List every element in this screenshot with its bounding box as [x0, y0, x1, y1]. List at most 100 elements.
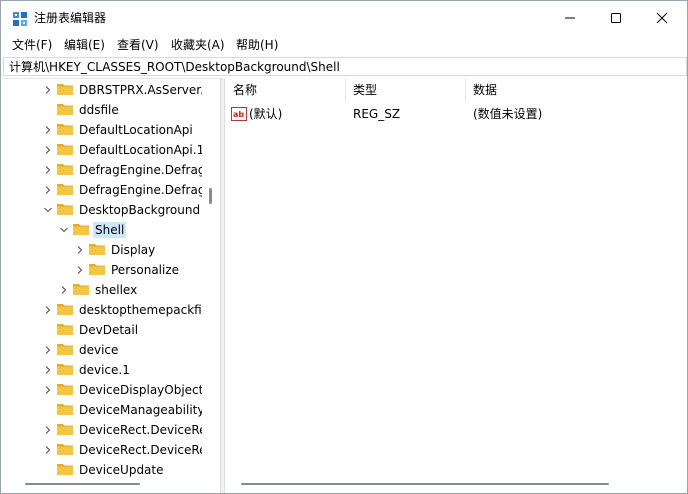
chevron-right-icon[interactable] — [43, 185, 53, 195]
menu-view[interactable]: 查看(V) — [116, 37, 160, 53]
window-title: 注册表编辑器 — [34, 11, 107, 25]
folder-icon — [57, 104, 73, 115]
folder-icon — [57, 364, 73, 375]
folder-icon — [57, 204, 73, 215]
tree-item[interactable]: shellex — [3, 280, 202, 300]
tree-vertical-scrollbar[interactable] — [204, 78, 218, 475]
tree-item-label[interactable]: shellex — [93, 282, 139, 298]
chevron-right-icon[interactable] — [43, 85, 53, 95]
tree-viewport: DBRSTPRX.AsServer.1 ddsfile DefaultLocatio… — [3, 79, 202, 493]
maximize-button[interactable] — [593, 1, 639, 35]
tree-item[interactable]: device — [3, 340, 202, 360]
menu-favorites[interactable]: 收藏夹(A) — [170, 37, 226, 53]
folder-icon — [57, 184, 73, 195]
tree-item[interactable]: DeviceRect.DeviceRect.1 — [3, 440, 202, 460]
chevron-down-icon[interactable] — [59, 225, 69, 235]
tree-item[interactable]: desktopthemepackfile — [3, 300, 202, 320]
chevron-right-icon[interactable] — [43, 165, 53, 175]
folder-icon — [73, 224, 89, 235]
folder-icon — [57, 344, 73, 355]
tree-item-label[interactable]: DefragEngine.DefragEngine.1 — [77, 182, 202, 198]
values-list[interactable]: 名称 类型 数据 ab (默认) REG_SZ (数值未设置) — [225, 78, 687, 493]
tree-item[interactable]: DefaultLocationApi — [3, 120, 202, 140]
chevron-right-icon[interactable] — [43, 345, 53, 355]
tree-item-label[interactable]: device.1 — [77, 362, 132, 378]
folder-icon — [89, 244, 105, 255]
tree-item-label[interactable]: Shell — [93, 222, 127, 238]
tree-item-label[interactable]: DeviceDisplayObject — [77, 382, 202, 398]
tree-item[interactable]: DeviceRect.DeviceRect — [3, 420, 202, 440]
tree-item[interactable]: device.1 — [3, 360, 202, 380]
tree-item-label[interactable]: DeviceManageability — [77, 402, 202, 418]
tree-item-label[interactable]: Display — [109, 242, 157, 258]
tree-item[interactable]: DBRSTPRX.AsServer.1 — [3, 80, 202, 100]
folder-icon — [57, 324, 73, 335]
folder-icon — [57, 404, 73, 415]
tree-item[interactable]: ddsfile — [3, 100, 202, 120]
minimize-button[interactable] — [547, 1, 593, 35]
menu-file[interactable]: 文件(F) — [11, 37, 53, 53]
tree-item[interactable]: DeviceDisplayObject — [3, 380, 202, 400]
tree-item-label[interactable]: device — [77, 342, 120, 358]
column-header-name[interactable]: 名称 — [225, 78, 345, 102]
tree-item[interactable]: DefragEngine.DefragEngine.1 — [3, 180, 202, 200]
tree-item-label[interactable]: ddsfile — [77, 102, 121, 118]
tree-item-label[interactable]: DesktopBackground — [77, 202, 202, 218]
chevron-right-icon[interactable] — [43, 125, 53, 135]
chevron-right-icon[interactable] — [75, 245, 85, 255]
tree-item[interactable]: DefaultLocationApi.1 — [3, 140, 202, 160]
values-horizontal-scroll-thumb[interactable] — [241, 483, 609, 485]
folder-icon — [57, 384, 73, 395]
tree-item-label[interactable]: DeviceUpdate — [77, 462, 166, 478]
tree-item-label[interactable]: DefragEngine.DefragEngine — [77, 162, 202, 178]
close-button[interactable] — [639, 1, 685, 35]
chevron-right-icon[interactable] — [75, 265, 85, 275]
registry-tree[interactable]: DBRSTPRX.AsServer.1 ddsfile DefaultLocatio… — [3, 78, 220, 493]
tree-item[interactable]: DefragEngine.DefragEngine — [3, 160, 202, 180]
tree-item-label[interactable]: DefaultLocationApi.1 — [77, 142, 202, 158]
column-header-type[interactable]: 类型 — [345, 78, 465, 102]
title-bar[interactable]: 注册表编辑器 — [1, 1, 687, 35]
chevron-down-icon[interactable] — [43, 205, 53, 215]
value-data: (数值未设置) — [473, 107, 543, 121]
chevron-right-icon[interactable] — [43, 365, 53, 375]
string-value-icon: ab — [231, 107, 247, 121]
values-horizontal-scrollbar[interactable] — [225, 477, 687, 491]
tree-item-label[interactable]: DevDetail — [77, 322, 140, 338]
tree-item-label[interactable]: desktopthemepackfile — [77, 302, 202, 318]
address-bar[interactable]: 计算机\HKEY_CLASSES_ROOT\DesktopBackground\… — [3, 57, 687, 76]
folder-icon — [73, 284, 89, 295]
tree-horizontal-scroll-thumb[interactable] — [25, 483, 140, 485]
chevron-right-icon[interactable] — [59, 285, 69, 295]
chevron-right-icon[interactable] — [43, 385, 53, 395]
menu-help[interactable]: 帮助(H) — [235, 37, 279, 53]
column-header-data[interactable]: 数据 — [465, 78, 665, 102]
tree-horizontal-scrollbar[interactable] — [3, 477, 203, 491]
tree-item[interactable]: DevDetail — [3, 320, 202, 340]
menu-edit[interactable]: 编辑(E) — [63, 37, 106, 53]
folder-icon — [57, 424, 73, 435]
tree-vertical-scroll-thumb[interactable] — [209, 188, 212, 204]
tree-item-label[interactable]: DeviceRect.DeviceRect.1 — [77, 442, 202, 458]
svg-text:ab: ab — [233, 110, 244, 119]
tree-item-label[interactable]: DeviceRect.DeviceRect — [77, 422, 202, 438]
value-row[interactable]: ab (默认) REG_SZ (数值未设置) — [225, 103, 687, 125]
tree-item[interactable]: DeviceManageability — [3, 400, 202, 420]
folder-icon — [57, 84, 73, 95]
tree-item[interactable]: Shell — [3, 220, 202, 240]
tree-item[interactable]: Display — [3, 240, 202, 260]
minimize-icon — [565, 17, 575, 19]
tree-item[interactable]: DesktopBackground — [3, 200, 202, 220]
tree-item[interactable]: Personalize — [3, 260, 202, 280]
folder-icon — [57, 304, 73, 315]
tree-item-label[interactable]: DefaultLocationApi — [77, 122, 195, 138]
folder-icon — [89, 264, 105, 275]
chevron-right-icon[interactable] — [43, 305, 53, 315]
tree-item-label[interactable]: Personalize — [109, 262, 181, 278]
value-name: (默认) — [249, 107, 283, 121]
address-path[interactable]: 计算机\HKEY_CLASSES_ROOT\DesktopBackground\… — [9, 59, 340, 75]
chevron-right-icon[interactable] — [43, 425, 53, 435]
tree-item-label[interactable]: DBRSTPRX.AsServer.1 — [77, 82, 202, 98]
chevron-right-icon[interactable] — [43, 445, 53, 455]
chevron-right-icon[interactable] — [43, 145, 53, 155]
